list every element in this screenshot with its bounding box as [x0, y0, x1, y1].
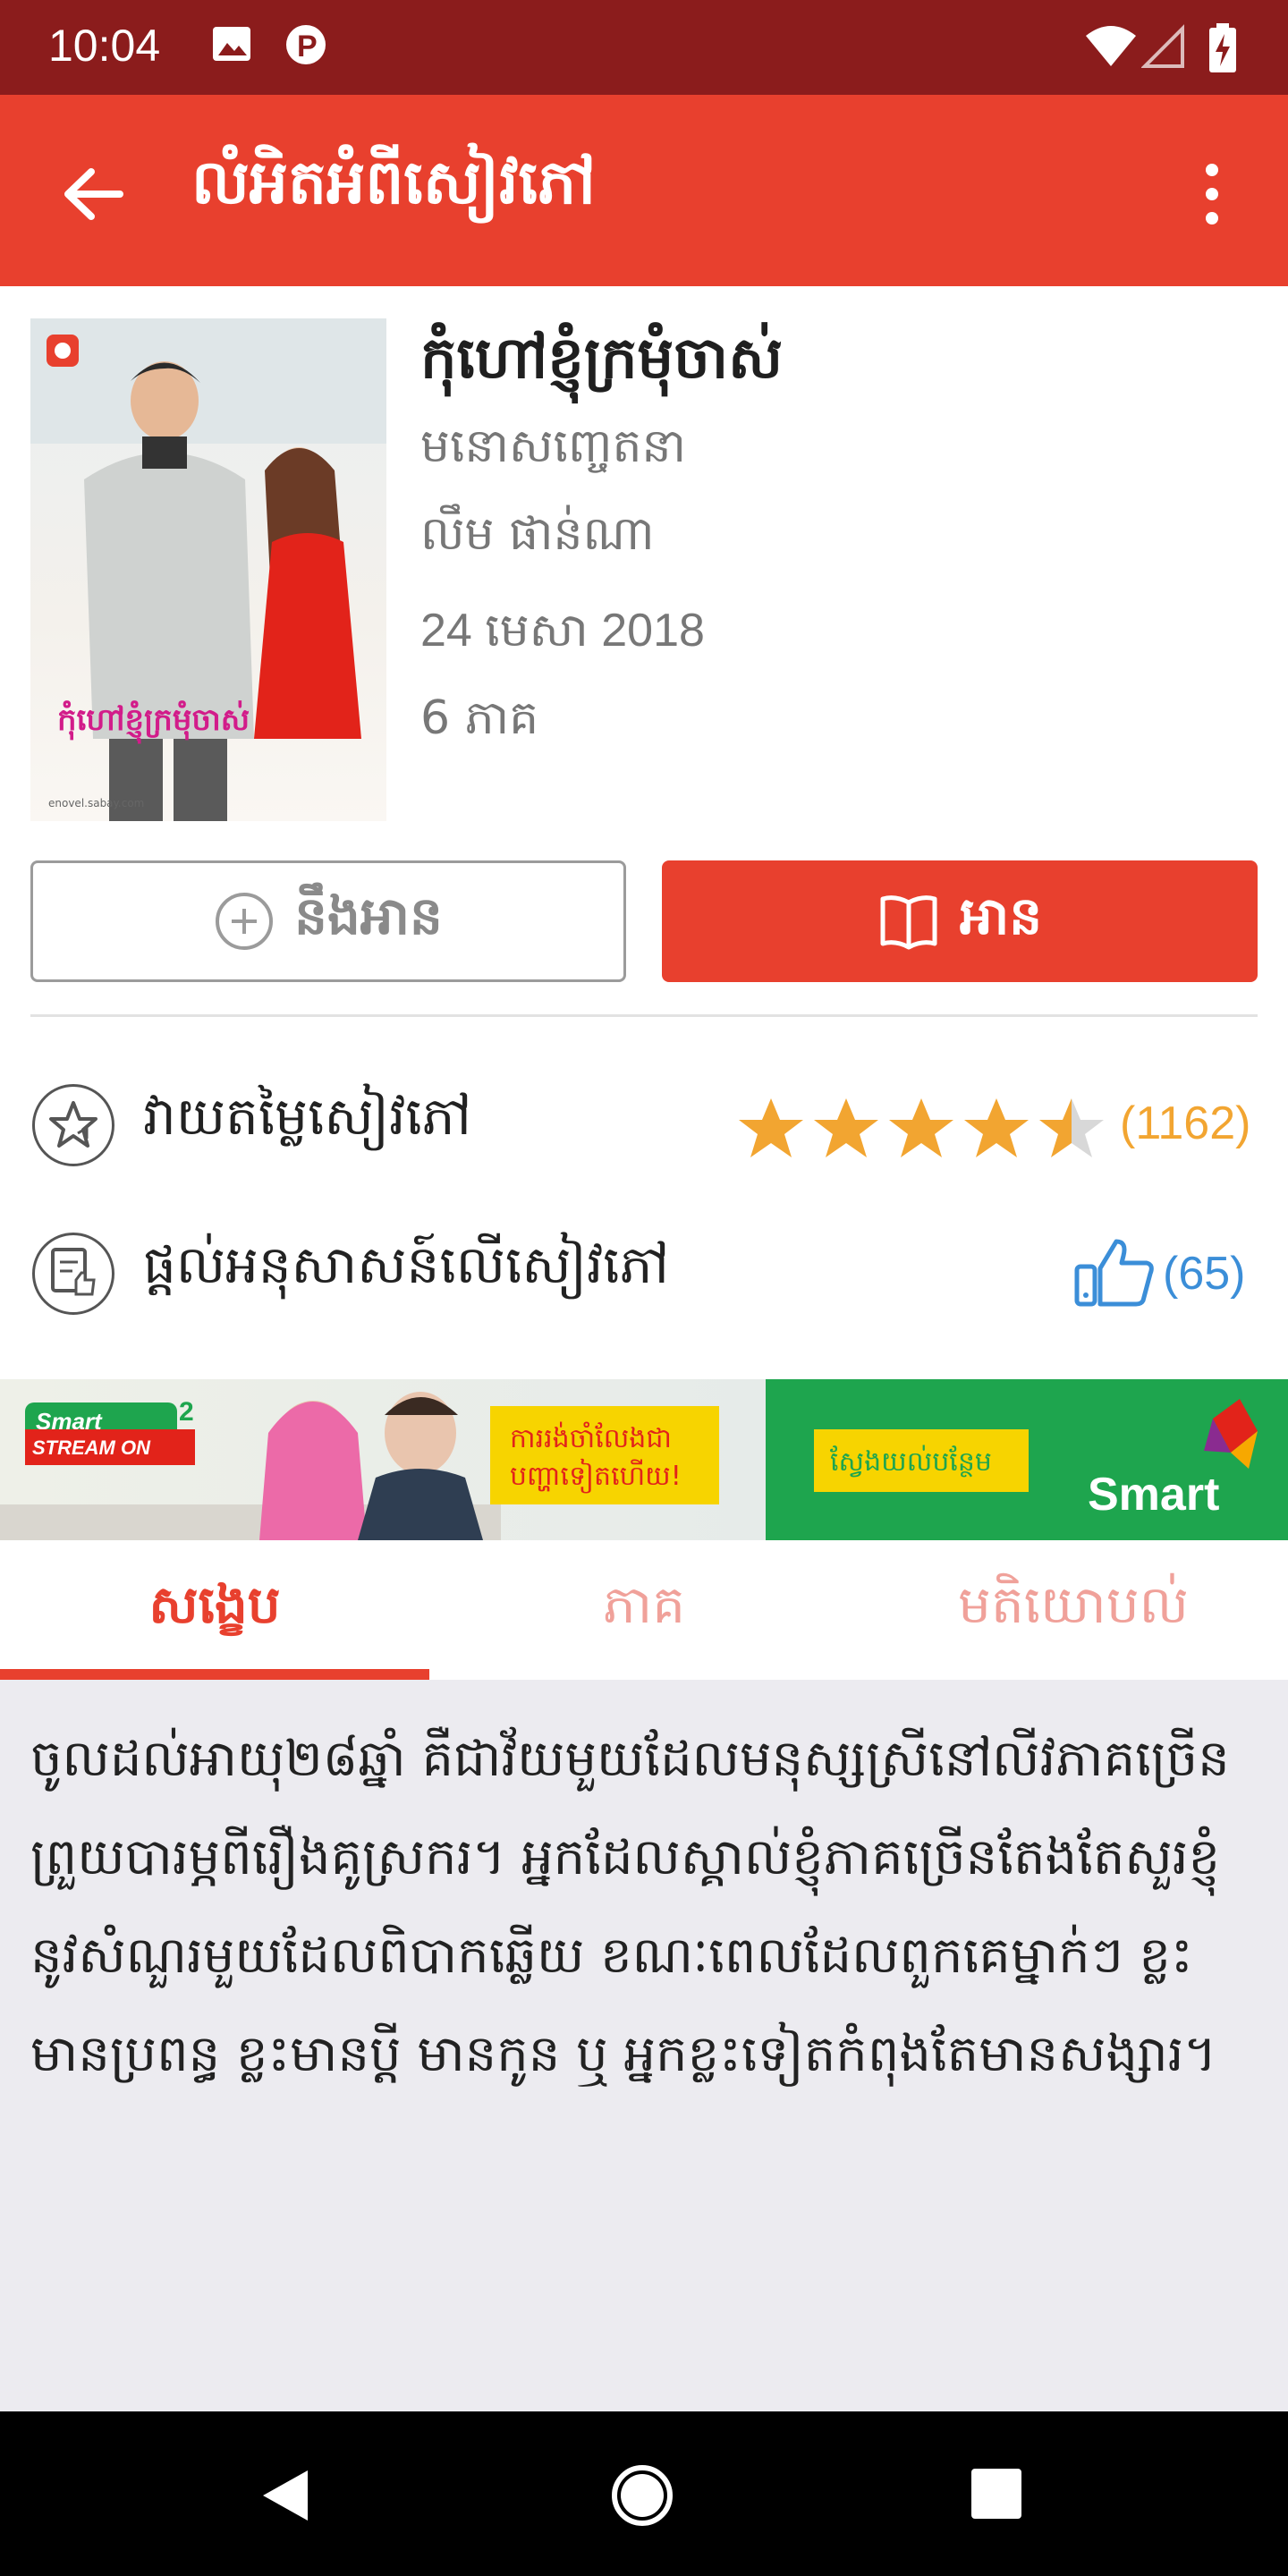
ad-banner[interactable]: Smart STREAM ON 2 ការរង់ចាំលែងជា បញ្ហាទៀ…: [0, 1379, 1288, 1540]
wifi-icon: [1084, 23, 1138, 73]
ad-smart-logo: Smart: [1088, 1469, 1219, 1521]
ad-stream-sup: 2: [179, 1397, 194, 1427]
parking-notification-icon: P: [284, 23, 327, 70]
star-icon: [889, 1098, 953, 1157]
book-author[interactable]: លឹម ផាន់ណា: [420, 504, 655, 572]
divider: [30, 1014, 1258, 1017]
tab-bar: សង្ខេប ភាគ មតិយោបល់: [0, 1540, 1288, 1680]
star-icon: [814, 1098, 878, 1157]
read-later-button[interactable]: នឹងអាន: [30, 860, 626, 982]
cover-title: កុំហៅខ្ញុំក្រមុំចាស់: [57, 700, 250, 744]
ad-stream-text: STREAM ON: [32, 1436, 151, 1459]
book-date: 24 មេសា 2018: [420, 605, 705, 657]
ad-left-panel: Smart STREAM ON 2 ការរង់ចាំលែងជា បញ្ហាទៀ…: [0, 1379, 766, 1540]
thumbs-up-icon[interactable]: [1073, 1236, 1156, 1311]
half-star-icon: [1039, 1098, 1104, 1157]
tab-comments[interactable]: មតិយោបល់: [859, 1540, 1288, 1680]
battery-icon: [1208, 23, 1238, 77]
open-book-icon: [880, 895, 937, 950]
star-icon: [964, 1098, 1029, 1157]
nav-recents-icon[interactable]: [970, 2467, 1023, 2524]
book-category[interactable]: មនោសញ្ចេតនា: [420, 417, 686, 485]
tab-summary[interactable]: សង្ខេប: [0, 1540, 429, 1680]
ad-cta-text: ស្វែងយល់បន្ថែម: [830, 1445, 992, 1478]
svg-text:P: P: [297, 30, 318, 64]
nav-home-icon[interactable]: [610, 2463, 674, 2531]
nav-back-icon[interactable]: [259, 2467, 313, 2528]
navigation-bar: [0, 2411, 1288, 2576]
book-cover-image[interactable]: កុំហៅខ្ញុំក្រមុំចាស់ enovel.sabay.com: [30, 318, 386, 821]
read-button[interactable]: អាន: [662, 860, 1258, 982]
image-notification-icon: [211, 23, 254, 70]
active-tab-indicator: [0, 1669, 429, 1680]
ad-promo-line-1: ការរង់ចាំលែងជា: [510, 1421, 672, 1454]
back-arrow-icon[interactable]: [55, 154, 136, 234]
more-options-icon[interactable]: [1190, 154, 1234, 234]
likes-count: (65): [1163, 1248, 1246, 1300]
book-cover-art: កុំហៅខ្ញុំក្រមុំចាស់ enovel.sabay.com: [30, 318, 386, 821]
page-title: លំអិតអំពីសៀវភៅ: [191, 148, 596, 218]
recommend-icon[interactable]: [32, 1233, 114, 1315]
rating-count: (1162): [1120, 1097, 1251, 1149]
book-title: កុំហៅខ្ញុំក្រមុំចាស់: [420, 326, 783, 392]
cover-site: enovel.sabay.com: [48, 797, 144, 809]
cell-signal-icon: [1140, 23, 1186, 73]
ad-right-panel: ស្វែងយល់បន្ថែម Smart: [766, 1379, 1288, 1540]
app-bar: លំអិតអំពីសៀវភៅ: [0, 95, 1288, 286]
read-label: អាន: [959, 885, 1043, 946]
summary-panel: ចូលដល់អាយុ២៨ឆ្នាំ គឺជាវ័យមួយដែលមនុស្សស្រ…: [0, 1680, 1288, 2411]
rate-star-icon[interactable]: [32, 1084, 114, 1166]
star-icon: [739, 1098, 803, 1157]
summary-text: ចូលដល់អាយុ២៨ឆ្នាំ គឺជាវ័យមួយដែលមនុស្សស្រ…: [30, 1730, 1230, 2083]
ad-promo-line-2: បញ្ហាទៀតហើយ!: [510, 1458, 682, 1494]
rating-stars[interactable]: [735, 1093, 1111, 1165]
add-circle-icon: [216, 893, 274, 950]
recommend-label[interactable]: ផ្តល់អនុសាសន៍លើសៀវភៅ: [143, 1233, 669, 1309]
tab-parts[interactable]: ភាគ: [429, 1540, 859, 1680]
status-time: 10:04: [48, 21, 161, 71]
read-later-label: នឹងអាន: [294, 885, 443, 946]
book-parts: 6 ភាគ: [420, 691, 539, 745]
rate-book-label[interactable]: វាយតម្លៃសៀវភៅ: [143, 1084, 471, 1160]
status-bar: 10:04 P: [0, 0, 1288, 95]
